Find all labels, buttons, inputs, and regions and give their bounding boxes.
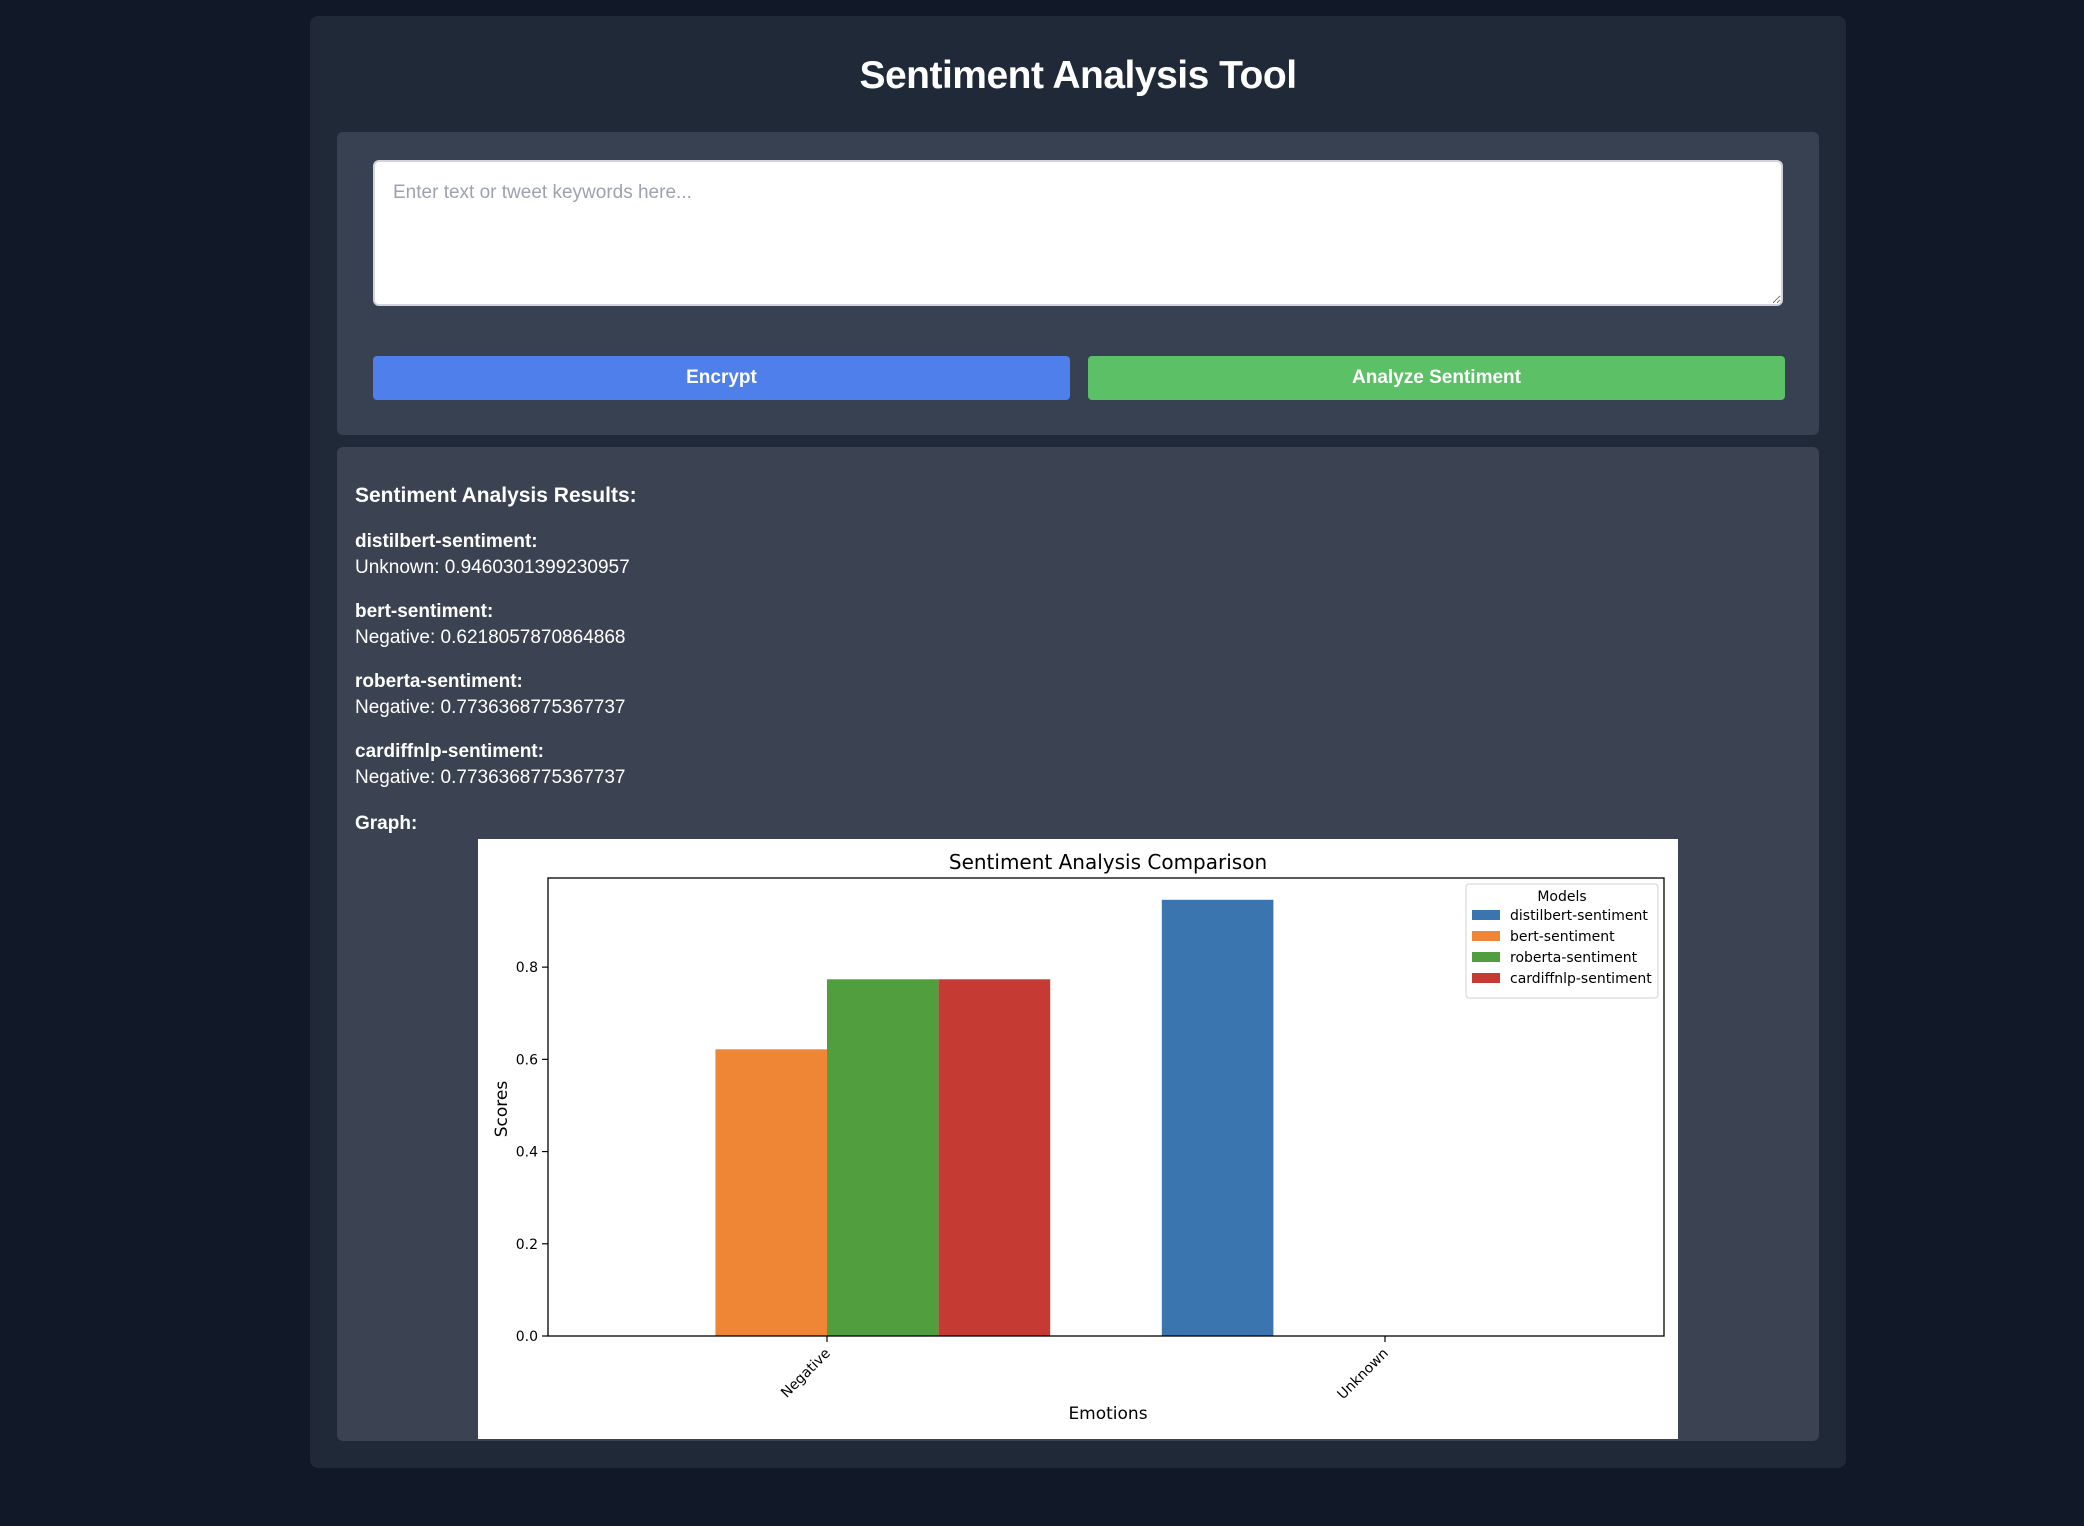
model-result-distilbert: distilbert-sentiment: Unknown: 0.9460301… [355, 529, 630, 581]
legend-swatch [1472, 952, 1500, 962]
chart-xlabel: Emotions [1068, 1404, 1147, 1424]
y-tick-label: 0.0 [516, 1329, 538, 1345]
legend-entry: cardiffnlp-sentiment [1510, 971, 1652, 987]
x-tick-label: Negative [778, 1346, 834, 1402]
graph-label: Graph: [355, 813, 418, 834]
chart-ylabel: Scores [492, 1081, 512, 1138]
model-name: bert-sentiment: [355, 601, 494, 622]
bar-distilbert-sentiment-unknown [1161, 899, 1274, 1336]
model-score: Negative: 0.7736368775367737 [355, 767, 626, 788]
legend-entry: bert-sentiment [1510, 929, 1615, 945]
model-name: cardiffnlp-sentiment: [355, 741, 544, 762]
bar-bert-sentiment-negative [715, 1049, 827, 1336]
chart-title: Sentiment Analysis Comparison [949, 850, 1267, 874]
legend-swatch [1472, 931, 1500, 941]
sentiment-chart: Sentiment Analysis Comparison Scores Emo… [478, 839, 1678, 1439]
page-title: Sentiment Analysis Tool [859, 54, 1297, 97]
results-title: Sentiment Analysis Results: [355, 484, 637, 507]
model-result-roberta: roberta-sentiment: Negative: 0.773636877… [355, 669, 625, 721]
model-score: Negative: 0.7736368775367737 [355, 697, 626, 718]
text-input[interactable] [373, 160, 1783, 306]
legend-entry: roberta-sentiment [1510, 950, 1638, 966]
model-result-cardiffnlp: cardiffnlp-sentiment: Negative: 0.773636… [355, 739, 625, 791]
y-tick-label: 0.2 [516, 1237, 538, 1253]
model-name: roberta-sentiment: [355, 671, 523, 692]
app-container: Sentiment Analysis Tool Encrypt Analyze … [310, 16, 1846, 1468]
encrypt-button[interactable]: Encrypt [373, 356, 1070, 400]
legend-title: Models [1537, 889, 1586, 905]
legend-swatch [1472, 973, 1500, 983]
y-tick-label: 0.4 [516, 1145, 538, 1161]
bar-cardiffnlp-sentiment-negative [938, 979, 1051, 1336]
input-panel: Encrypt Analyze Sentiment [337, 132, 1819, 435]
model-score: Negative: 0.6218057870864868 [355, 627, 626, 648]
y-tick-label: 0.8 [516, 960, 538, 976]
model-name: distilbert-sentiment: [355, 531, 538, 552]
chart-svg: Sentiment Analysis Comparison Scores Emo… [492, 850, 1665, 1424]
y-tick-label: 0.6 [516, 1052, 538, 1068]
legend-entry: distilbert-sentiment [1510, 908, 1648, 924]
results-panel: Sentiment Analysis Results: distilbert-s… [337, 447, 1819, 1441]
bar-roberta-sentiment-negative [827, 979, 939, 1336]
model-score: Unknown: 0.9460301399230957 [355, 557, 630, 578]
analyze-sentiment-button[interactable]: Analyze Sentiment [1088, 356, 1785, 400]
x-tick-label: Unknown [1335, 1346, 1392, 1403]
model-result-bert: bert-sentiment: Negative: 0.621805787086… [355, 599, 625, 651]
legend-swatch [1472, 910, 1500, 920]
